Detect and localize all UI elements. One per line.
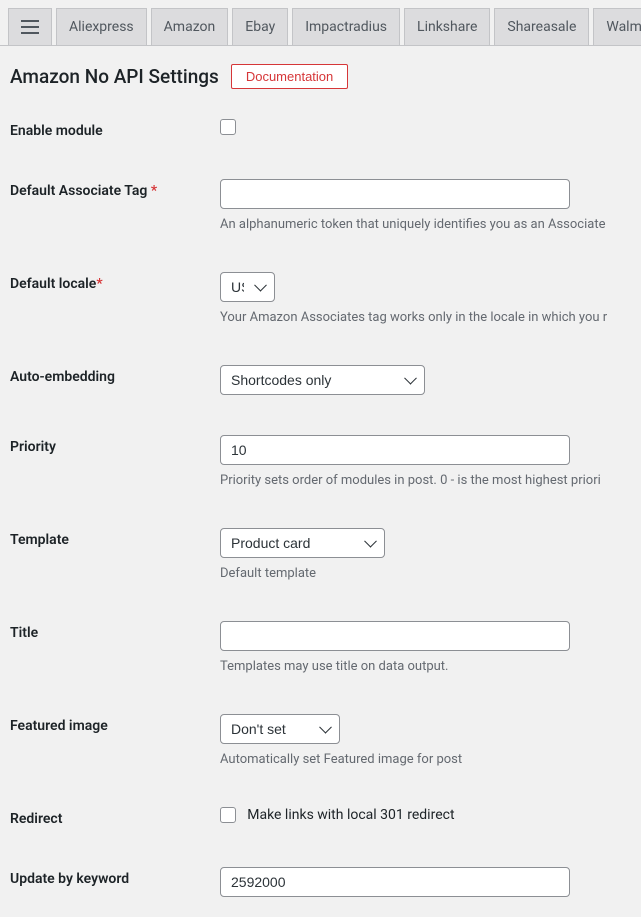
tab-walmart[interactable]: Walm — [593, 8, 641, 45]
tab-menu[interactable] — [8, 8, 52, 45]
label-update-by-keyword: Update by keyword — [10, 867, 220, 887]
template-select[interactable]: Product card — [220, 528, 385, 558]
row-featured-image: Featured image Don't set Automatically s… — [0, 694, 641, 787]
update-by-keyword-input[interactable] — [220, 867, 570, 897]
associate-tag-description: An alphanumeric token that uniquely iden… — [220, 217, 631, 232]
enable-module-checkbox[interactable] — [220, 119, 236, 135]
label-redirect: Redirect — [10, 807, 220, 827]
template-description: Default template — [220, 566, 631, 581]
label-title: Title — [10, 621, 220, 641]
label-associate-tag: Default Associate Tag * — [10, 179, 220, 199]
hamburger-icon — [21, 20, 39, 34]
row-update-by-keyword: Update by keyword — [0, 847, 641, 917]
row-template: Template Product card Default template — [0, 508, 641, 601]
tab-linkshare[interactable]: Linkshare — [404, 8, 490, 45]
documentation-button[interactable]: Documentation — [231, 64, 348, 89]
label-default-locale: Default locale* — [10, 272, 220, 292]
label-enable-module: Enable module — [10, 119, 220, 139]
redirect-checkbox-label: Make links with local 301 redirect — [247, 807, 454, 823]
featured-image-select[interactable]: Don't set — [220, 714, 340, 744]
row-enable-module: Enable module — [0, 99, 641, 159]
label-priority: Priority — [10, 435, 220, 455]
row-title: Title Templates may use title on data ou… — [0, 601, 641, 694]
redirect-checkbox[interactable] — [220, 807, 236, 823]
tab-impactradius[interactable]: Impactradius — [292, 8, 400, 45]
label-template: Template — [10, 528, 220, 548]
page-title: Amazon No API Settings — [10, 65, 219, 88]
module-tabs: Aliexpress Amazon Ebay Impactradius Link… — [0, 0, 641, 46]
row-associate-tag: Default Associate Tag * An alphanumeric … — [0, 159, 641, 252]
tab-ebay[interactable]: Ebay — [232, 8, 288, 45]
auto-embedding-select[interactable]: Shortcodes only — [220, 365, 425, 395]
tab-shareasale[interactable]: Shareasale — [494, 8, 589, 45]
default-locale-select[interactable]: US — [220, 272, 275, 302]
title-description: Templates may use title on data output. — [220, 659, 631, 674]
tab-amazon[interactable]: Amazon — [151, 8, 229, 45]
settings-form: Enable module Default Associate Tag * An… — [0, 99, 641, 917]
row-default-locale: Default locale* US Your Amazon Associate… — [0, 252, 641, 345]
title-input[interactable] — [220, 621, 570, 651]
label-featured-image: Featured image — [10, 714, 220, 734]
default-locale-description: Your Amazon Associates tag works only in… — [220, 310, 631, 325]
priority-description: Priority sets order of modules in post. … — [220, 473, 631, 488]
featured-image-description: Automatically set Featured image for pos… — [220, 752, 631, 767]
label-auto-embedding: Auto-embedding — [10, 365, 220, 385]
row-priority: Priority Priority sets order of modules … — [0, 415, 641, 508]
priority-input[interactable] — [220, 435, 570, 465]
row-redirect: Redirect Make links with local 301 redir… — [0, 787, 641, 847]
page-header: Amazon No API Settings Documentation — [0, 46, 641, 99]
associate-tag-input[interactable] — [220, 179, 570, 209]
row-auto-embedding: Auto-embedding Shortcodes only — [0, 345, 641, 415]
tab-aliexpress[interactable]: Aliexpress — [56, 8, 147, 45]
